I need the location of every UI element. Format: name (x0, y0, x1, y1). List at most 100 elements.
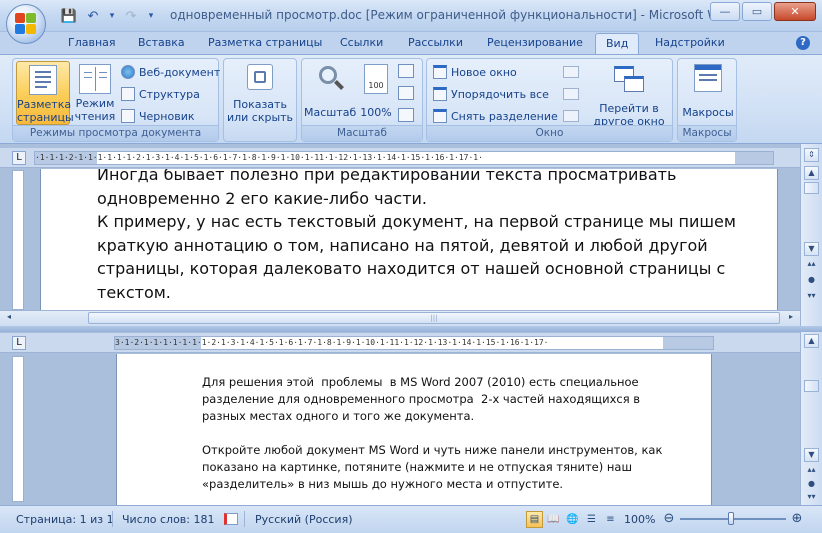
print-layout-button[interactable]: Разметка страницы (16, 61, 74, 125)
close-button[interactable]: ✕ (774, 2, 816, 21)
page-width-icon[interactable] (398, 108, 414, 122)
group-label-zoom: Масштаб (302, 125, 422, 141)
browse-object-icon[interactable]: ● (804, 274, 819, 288)
scroll-thumb-horizontal[interactable]: ||| (88, 312, 780, 324)
vertical-scrollbar-bottom[interactable]: ▲ ▼ ▴▴ ● ▾▾ (800, 332, 822, 505)
tab-home[interactable]: Главная (68, 36, 116, 49)
show-hide-button[interactable]: Показать или скрыть (226, 61, 294, 124)
bottom-pane-paragraph-2[interactable]: Откройте любой документ MS Word и чуть н… (202, 442, 662, 494)
bottom-document-pane: L 3·1·2·1·1·1·1·1·1·1·2·1·3·1·4·1·5·1·6·… (0, 332, 822, 505)
previous-page-icon[interactable]: ▴▴ (804, 258, 819, 272)
split-handle-icon[interactable]: ⇕ (804, 148, 819, 162)
scroll-up-icon[interactable]: ▲ (804, 166, 819, 180)
show-hide-label: Показать (233, 98, 287, 111)
document-page-bottom[interactable]: Для решения этой проблемы в MS Word 2007… (116, 354, 712, 505)
customize-qat-icon[interactable]: ▾ (146, 7, 156, 25)
status-page[interactable]: Страница: 1 из 1 (16, 513, 114, 526)
zoom-percent[interactable]: 100% (624, 513, 655, 526)
group-zoom: Масштаб 100 100% Масштаб (301, 58, 423, 142)
scroll-up-icon-bottom[interactable]: ▲ (804, 334, 819, 348)
ribbon-tabs: Главная Вставка Разметка страницы Ссылки… (0, 32, 822, 55)
horizontal-scrollbar-top[interactable]: ◂ ||| ▸ (0, 310, 800, 326)
ruler-scale[interactable]: ·1·1·1·2·1·1·1·1·1·1·2·1·3·1·4·1·5·1·6·1… (34, 151, 774, 165)
zoom-out-icon[interactable]: ⊖ (662, 512, 676, 526)
zoom-label: Масштаб (304, 106, 357, 119)
reset-window-position-icon[interactable] (563, 110, 579, 122)
outline-icon (121, 87, 135, 101)
maximize-button[interactable]: ▭ (742, 2, 772, 21)
remove-split-label: Снять разделение (451, 109, 558, 123)
print-layout-label-2: страницы (17, 111, 74, 124)
status-bar: Страница: 1 из 1 Число слов: 181 Русский… (0, 505, 822, 533)
undo-dropdown-icon[interactable]: ▾ (108, 7, 116, 25)
outline-button[interactable]: Структура (121, 87, 200, 101)
previous-page-icon-bottom[interactable]: ▴▴ (804, 464, 819, 478)
browse-object-icon-bottom[interactable]: ● (804, 478, 819, 492)
vertical-ruler-top (12, 170, 24, 310)
tab-review[interactable]: Рецензирование (487, 36, 583, 49)
draft-button[interactable]: Черновик (121, 109, 195, 123)
vertical-scrollbar-top[interactable]: ⇕ ▲ ▼ ▴▴ ● ▾▾ (800, 144, 822, 326)
macros-button[interactable]: Макросы (680, 61, 736, 119)
vertical-ruler-bottom (12, 356, 24, 502)
web-layout-button[interactable]: Веб-документ (121, 65, 220, 79)
view-side-by-side-icon[interactable] (563, 66, 579, 78)
status-words[interactable]: Число слов: 181 (122, 513, 215, 526)
top-pane-text[interactable]: Иногда бывает полезно при редактировании… (97, 169, 736, 304)
new-window-button[interactable]: Новое окно (433, 65, 517, 79)
tab-addins[interactable]: Надстройки (655, 36, 725, 49)
tab-view[interactable]: Вид (595, 33, 640, 55)
tab-mailings[interactable]: Рассылки (408, 36, 463, 49)
outline-view-icon[interactable]: ☰ (583, 511, 600, 528)
draft-icon (121, 109, 135, 123)
ruler-numbers-bottom: 3·1·2·1·1·1·1·1·1·1·2·1·3·1·4·1·5·1·6·1·… (115, 338, 549, 347)
document-page-top[interactable]: Иногда бывает полезно при редактировании… (40, 169, 778, 310)
next-page-icon[interactable]: ▾▾ (804, 290, 819, 304)
zoom-100-button[interactable]: 100 100% (358, 61, 394, 119)
scroll-thumb-vertical-bottom[interactable] (804, 380, 819, 392)
remove-split-button[interactable]: Снять разделение (433, 109, 558, 123)
scroll-down-icon[interactable]: ▼ (804, 242, 819, 256)
outline-label: Структура (139, 87, 200, 101)
arrange-all-icon (433, 87, 447, 101)
scroll-thumb-vertical[interactable] (804, 182, 819, 194)
zoom-in-icon[interactable]: ⊕ (790, 512, 804, 526)
undo-icon[interactable]: ↶ (84, 7, 102, 25)
arrange-all-button[interactable]: Упорядочить все (433, 87, 549, 101)
tab-page-layout[interactable]: Разметка страницы (208, 36, 322, 49)
print-layout-view-icon[interactable]: ▤ (526, 511, 543, 528)
ruler-scale-bottom[interactable]: 3·1·2·1·1·1·1·1·1·1·2·1·3·1·4·1·5·1·6·1·… (114, 336, 714, 350)
scroll-right-icon[interactable]: ▸ (784, 312, 798, 324)
draft-view-icon[interactable]: ≡ (602, 511, 619, 528)
status-language[interactable]: Русский (Россия) (255, 513, 353, 526)
scroll-down-icon-bottom[interactable]: ▼ (804, 448, 819, 462)
tab-references[interactable]: Ссылки (340, 36, 383, 49)
web-view-icon[interactable]: 🌐 (564, 511, 581, 528)
one-page-icon[interactable] (398, 64, 414, 78)
spelling-check-icon[interactable] (224, 513, 238, 525)
print-layout-icon (29, 65, 57, 95)
switch-windows-icon (612, 64, 646, 94)
office-button[interactable] (6, 4, 46, 44)
switch-windows-button[interactable]: Перейти в другое окно (589, 61, 669, 128)
reading-view-icon[interactable]: 📖 (545, 511, 562, 528)
tab-insert[interactable]: Вставка (138, 36, 185, 49)
save-icon[interactable]: 💾 (60, 7, 78, 25)
tab-selector-bottom[interactable]: L (12, 336, 26, 350)
two-pages-icon[interactable] (398, 86, 414, 100)
switch-windows-label: Перейти в (599, 102, 659, 115)
zoom-slider-thumb[interactable] (728, 512, 734, 525)
next-page-icon-bottom[interactable]: ▾▾ (804, 491, 819, 505)
redo-icon[interactable]: ↷ (122, 7, 140, 25)
group-label-window: Окно (427, 125, 672, 141)
bottom-pane-paragraph-1[interactable]: Для решения этой проблемы в MS Word 2007… (202, 374, 640, 426)
synchronous-scrolling-icon[interactable] (563, 88, 579, 100)
full-screen-reading-button[interactable]: Режим чтения (73, 61, 117, 123)
tab-selector[interactable]: L (12, 151, 26, 165)
group-macros: Макросы Макросы (677, 58, 737, 142)
quick-access-toolbar: 💾 ↶ ▾ ↷ ▾ (54, 7, 156, 25)
scroll-left-icon[interactable]: ◂ (2, 312, 16, 324)
help-icon[interactable]: ? (796, 36, 810, 50)
minimize-button[interactable]: — (710, 2, 740, 21)
zoom-button[interactable]: Масштаб (304, 61, 356, 119)
